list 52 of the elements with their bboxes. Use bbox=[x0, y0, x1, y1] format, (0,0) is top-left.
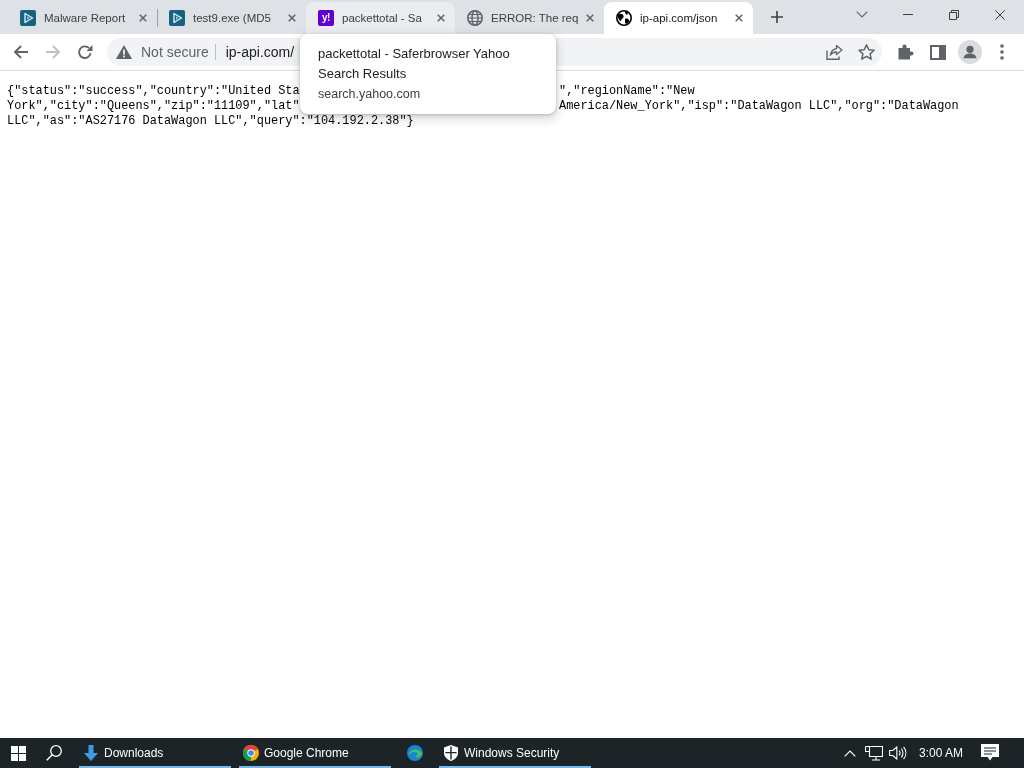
shield-icon bbox=[443, 745, 459, 761]
security-indicator[interactable]: Not secure bbox=[111, 40, 215, 64]
windows-logo-icon bbox=[10, 745, 26, 761]
search-icon bbox=[46, 745, 62, 761]
back-arrow-icon bbox=[13, 44, 29, 60]
reload-icon bbox=[77, 44, 93, 60]
close-icon bbox=[437, 14, 445, 22]
chevron-up-icon bbox=[843, 749, 856, 757]
puzzle-icon bbox=[898, 44, 914, 60]
minimize-icon bbox=[903, 14, 913, 15]
star-icon bbox=[857, 44, 875, 60]
plus-icon bbox=[771, 11, 783, 23]
browser-tab[interactable]: ERROR: The req bbox=[455, 2, 604, 34]
close-icon bbox=[586, 14, 594, 22]
browser-tab[interactable]: test9.exe (MD5 bbox=[157, 2, 306, 34]
globe-icon bbox=[616, 10, 632, 26]
hover-card-url: search.yahoo.com bbox=[318, 86, 422, 103]
avatar-icon bbox=[958, 40, 982, 64]
chevron-down-icon bbox=[856, 10, 868, 18]
close-icon bbox=[995, 9, 1005, 20]
browser-logo-icon bbox=[243, 745, 259, 761]
json-text: LLC","as":"AS27176 DataWagon LLC","query":"104.192.2.38"} bbox=[7, 114, 414, 129]
download-arrow-icon bbox=[83, 745, 99, 761]
browser-tab[interactable]: ip-api.com/json bbox=[604, 2, 753, 34]
globe-icon bbox=[467, 10, 483, 26]
taskbar-button[interactable]: Downloads bbox=[79, 738, 231, 768]
letter-logo-icon: y! bbox=[318, 10, 334, 26]
close-icon bbox=[288, 14, 296, 22]
url-text: ip-api.com/ bbox=[225, 44, 295, 60]
play-logo-icon bbox=[169, 10, 185, 26]
restore-icon bbox=[949, 9, 959, 20]
menu-icon bbox=[1000, 44, 1004, 60]
browser-tab[interactable]: y! packettotal - Sa bbox=[306, 2, 455, 34]
warning-icon bbox=[116, 45, 132, 59]
notification-icon bbox=[981, 744, 999, 762]
swirl-logo-icon bbox=[407, 745, 423, 761]
json-text: ","regionName":"New bbox=[559, 84, 695, 99]
network-icon bbox=[864, 745, 883, 761]
taskbar-button[interactable]: Windows Security bbox=[439, 738, 591, 768]
side-panel-icon bbox=[930, 44, 946, 60]
close-icon bbox=[139, 14, 147, 22]
play-logo-icon bbox=[20, 10, 36, 26]
close-icon bbox=[735, 14, 743, 22]
share-icon bbox=[825, 44, 843, 60]
forward-arrow-icon bbox=[45, 44, 61, 60]
clock[interactable]: 3:00 AM bbox=[909, 738, 971, 768]
volume-icon bbox=[888, 746, 907, 760]
json-text: America/New_York","isp":"DataWagon LLC","org":"DataWagon bbox=[559, 99, 959, 114]
json-text: {"status":"success","country":"United Sta bbox=[7, 84, 300, 99]
browser-tab[interactable]: Malware Report bbox=[8, 2, 157, 34]
json-text: York","city":"Queens","zip":"11109","lat" bbox=[7, 99, 300, 114]
taskbar-button[interactable]: Google Chrome bbox=[239, 738, 391, 768]
